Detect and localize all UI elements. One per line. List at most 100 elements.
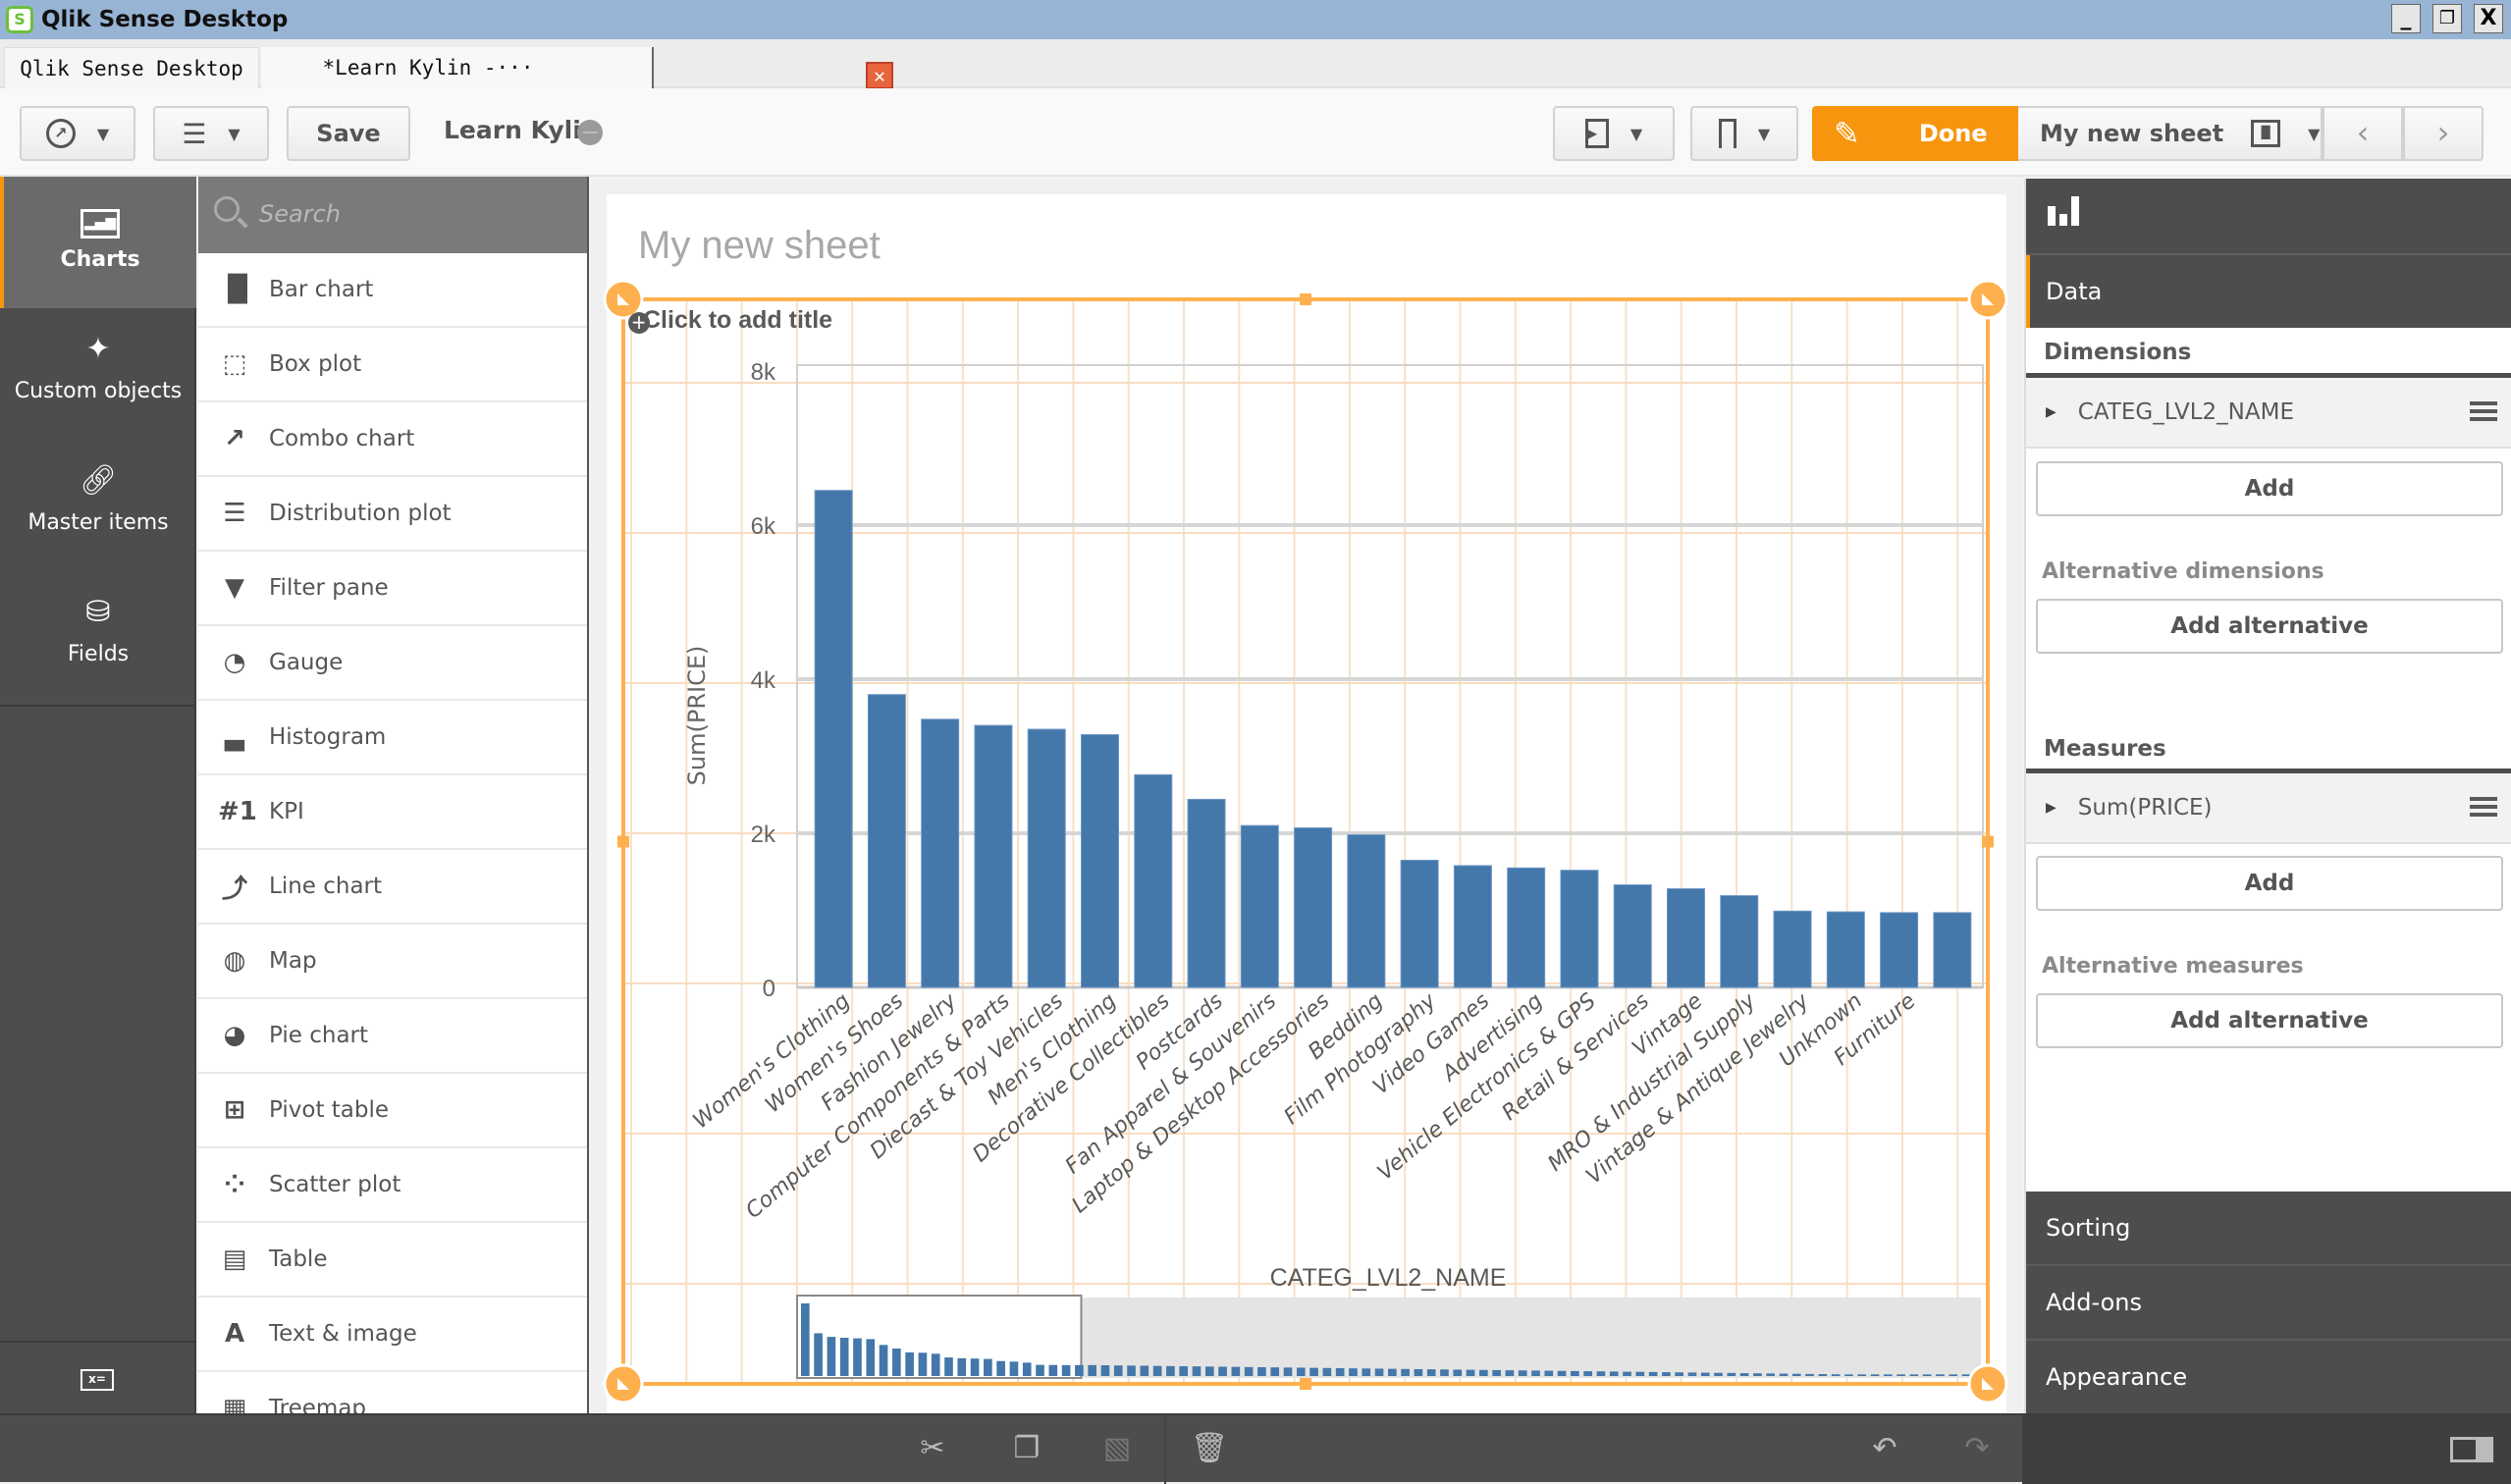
add-dimension-button[interactable]: Add (2036, 461, 2503, 516)
tab-learn-kylin[interactable]: *Learn Kylin -··· ✕ (261, 47, 893, 89)
expand-icon: ▶ (2046, 800, 2057, 816)
add-ons-section[interactable]: Add-ons (2026, 1266, 2511, 1341)
sheets-icon: ▐▌ (2251, 120, 2281, 147)
chart-type-scatter-plot[interactable]: ⁘ Scatter plot (198, 1148, 587, 1223)
sidebar-item-label: Custom objects (14, 379, 183, 403)
minimize-button[interactable]: _ (2391, 4, 2421, 33)
divider (1164, 1415, 1166, 1484)
chevron-down-icon: ▼ (228, 124, 240, 143)
treemap-icon: ▦ (222, 1394, 247, 1413)
sidebar-item-custom-objects[interactable]: ✦ Custom objects (0, 308, 196, 440)
chart-type-label: Table (269, 1246, 328, 1272)
measure-item[interactable]: ▶ Sum(PRICE) (2026, 773, 2511, 844)
add-title-prompt[interactable]: Click to add title (643, 306, 832, 335)
line-chart-icon: ⤴ (221, 874, 247, 904)
histogram-icon: ▃ (225, 722, 244, 752)
bookmarks-button[interactable]: ▼ (1690, 106, 1798, 161)
undo-icon[interactable]: ↶ (1865, 1431, 1904, 1466)
database-icon: ⛁ (85, 595, 111, 629)
restore-button[interactable]: ❐ (2432, 4, 2462, 33)
chart-type-table[interactable]: ▤ Table (198, 1223, 587, 1298)
cut-icon[interactable]: ✂ (913, 1431, 952, 1466)
previous-sheet-button[interactable]: ‹ (2323, 106, 2403, 161)
combo-chart-icon: ↗ (224, 424, 245, 453)
distribution-plot-icon: ☰ (223, 499, 246, 528)
appearance-section[interactable]: Appearance (2026, 1341, 2511, 1415)
next-sheet-button[interactable]: › (2403, 106, 2484, 161)
sorting-section[interactable]: Sorting (2026, 1192, 2511, 1266)
chart-type-label: Filter pane (269, 575, 389, 601)
chart-type-distribution-plot[interactable]: ☰ Distribution plot (198, 477, 587, 552)
done-editing-button[interactable]: ✎ Done (1812, 106, 2018, 161)
close-icon[interactable]: ✕ (866, 62, 893, 89)
chevron-down-icon: ▼ (1757, 124, 1771, 143)
chart-type-label: Bar chart (269, 277, 374, 302)
toggle-panel-icon[interactable] (2450, 1437, 2493, 1462)
chart-type-label: Combo chart (269, 426, 415, 451)
data-section-tab[interactable]: Data (2026, 255, 2511, 328)
list-icon: ☰ (182, 117, 207, 150)
dimensions-heading: Dimensions (2044, 340, 2192, 365)
dimension-field-name: CATEG_LVL2_NAME (2077, 399, 2294, 425)
chart-type-map[interactable]: ◍ Map (198, 925, 587, 999)
sheet-canvas: My new sheet (591, 179, 2022, 1413)
done-label: Done (1918, 120, 1988, 147)
chart-type-treemap[interactable]: ▦ Treemap (198, 1372, 587, 1413)
sheet-name: My new sheet (2040, 120, 2224, 147)
pencil-icon: ✎ (1834, 115, 1860, 152)
global-menu-button[interactable]: ☰ ▼ (153, 106, 269, 161)
tab-desktop-hub[interactable]: Qlik Sense Desktop hub (4, 47, 259, 122)
drag-handle-icon[interactable] (2470, 797, 2497, 817)
bar-chart-icon: ▐▌ (218, 275, 257, 304)
add-measure-button[interactable]: Add (2036, 856, 2503, 911)
drag-handle-icon[interactable] (2470, 401, 2497, 421)
gauge-icon: ◔ (223, 648, 246, 677)
app-status-icon: ── (577, 120, 603, 145)
chart-type-line-chart[interactable]: ⤴ Line chart (198, 850, 587, 925)
filter-pane-icon: ▼ (225, 573, 244, 603)
chart-type-pivot-table[interactable]: ⊞ Pivot table (198, 1074, 587, 1148)
paste-icon[interactable]: ▧ (1095, 1431, 1139, 1466)
tab-label: *Learn Kylin -··· (322, 56, 534, 80)
chevron-down-icon: ▼ (1629, 124, 1643, 143)
sheet-title[interactable]: My new sheet (638, 224, 881, 268)
window-title-bar: S Qlik Sense Desktop _ ❐ X (0, 0, 2511, 39)
scatter-plot-icon: ⁘ (224, 1170, 245, 1199)
variables-icon[interactable]: x= (80, 1369, 114, 1391)
close-window-button[interactable]: X (2474, 4, 2503, 33)
chart-type-gauge[interactable]: ◔ Gauge (198, 626, 587, 701)
bottom-right-area (2022, 1415, 2511, 1484)
navigation-menu-button[interactable]: ↗ ▼ (20, 106, 135, 161)
chart-type-label: Map (269, 948, 317, 974)
add-alternative-measure-button[interactable]: Add alternative (2036, 993, 2503, 1048)
sheet-selector[interactable]: My new sheet ▐▌ ▼ (2018, 106, 2323, 161)
save-button[interactable]: Save (287, 106, 410, 161)
chart-type-histogram[interactable]: ▃ Histogram (198, 701, 587, 775)
copy-icon[interactable]: ❐ (1005, 1431, 1048, 1466)
chart-type-pie-chart[interactable]: ◕ Pie chart (198, 999, 587, 1074)
storytelling-button[interactable]: ▶ ▼ (1553, 106, 1675, 161)
dimension-item[interactable]: ▶ CATEG_LVL2_NAME (2026, 378, 2511, 449)
add-alternative-dimension-button[interactable]: Add alternative (2036, 599, 2503, 654)
sidebar-item-charts[interactable]: ▂▄▆ Charts (0, 177, 196, 308)
chart-type-label: Scatter plot (269, 1172, 401, 1197)
puzzle-icon: ✦ (85, 332, 111, 366)
sidebar-item-label: Fields (67, 642, 130, 666)
pivot-table-icon: ⊞ (224, 1095, 245, 1125)
chart-type-combo-chart[interactable]: ↗ Combo chart (198, 402, 587, 477)
sidebar-item-label: Charts (60, 247, 140, 272)
sidebar-item-label: Master items (27, 510, 169, 535)
sidebar-item-master-items[interactable]: 🔗︎ Master items (0, 440, 196, 571)
delete-icon[interactable]: 🗑︎ (1190, 1431, 1229, 1466)
chart-type-text-image[interactable]: A Text & image (198, 1298, 587, 1372)
chart-type-filter-pane[interactable]: ▼ Filter pane (198, 552, 587, 626)
chart-type-box-plot[interactable]: ⬚ Box plot (198, 328, 587, 402)
bar-chart-icon (2048, 196, 2079, 226)
app-name: Learn Kylin (444, 116, 599, 144)
chart-list-panel: ▐▌ Bar chart ⬚ Box plot ↗ Combo chart ☰ Distrib… (198, 177, 589, 1413)
search-input[interactable] (259, 194, 573, 234)
redo-icon[interactable]: ↷ (1957, 1431, 1997, 1466)
chart-type-bar-chart[interactable]: ▐▌ Bar chart (198, 253, 587, 328)
chart-type-kpi[interactable]: #1 KPI (198, 775, 587, 850)
sidebar-item-fields[interactable]: ⛁ Fields (0, 571, 196, 703)
